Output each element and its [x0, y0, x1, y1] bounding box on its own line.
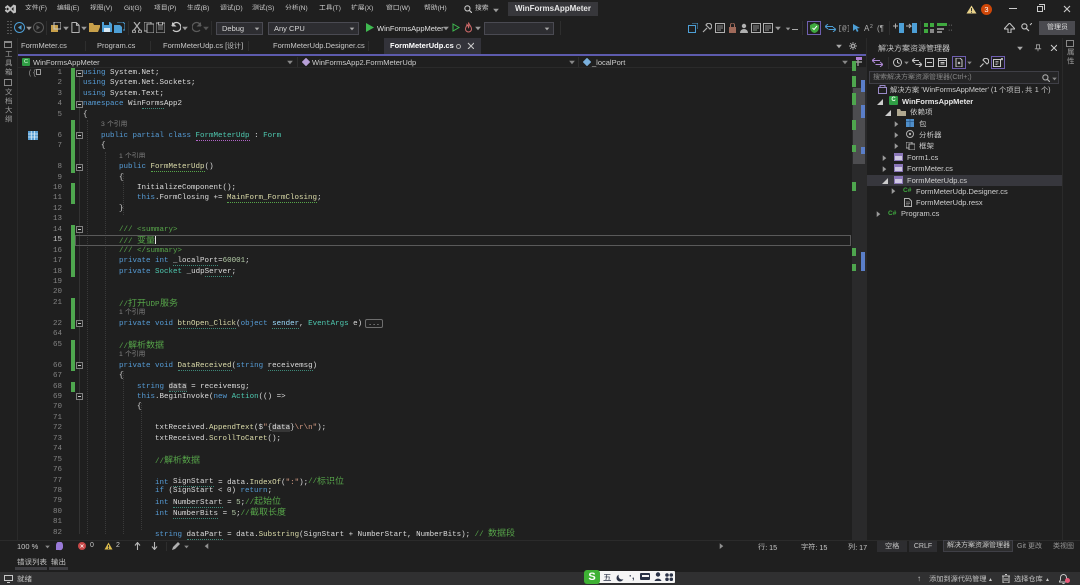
svg-text:(¶: (¶ — [877, 24, 884, 33]
svg-text:[@]: [@] — [838, 25, 849, 33]
svg-text:2: 2 — [870, 24, 873, 30]
